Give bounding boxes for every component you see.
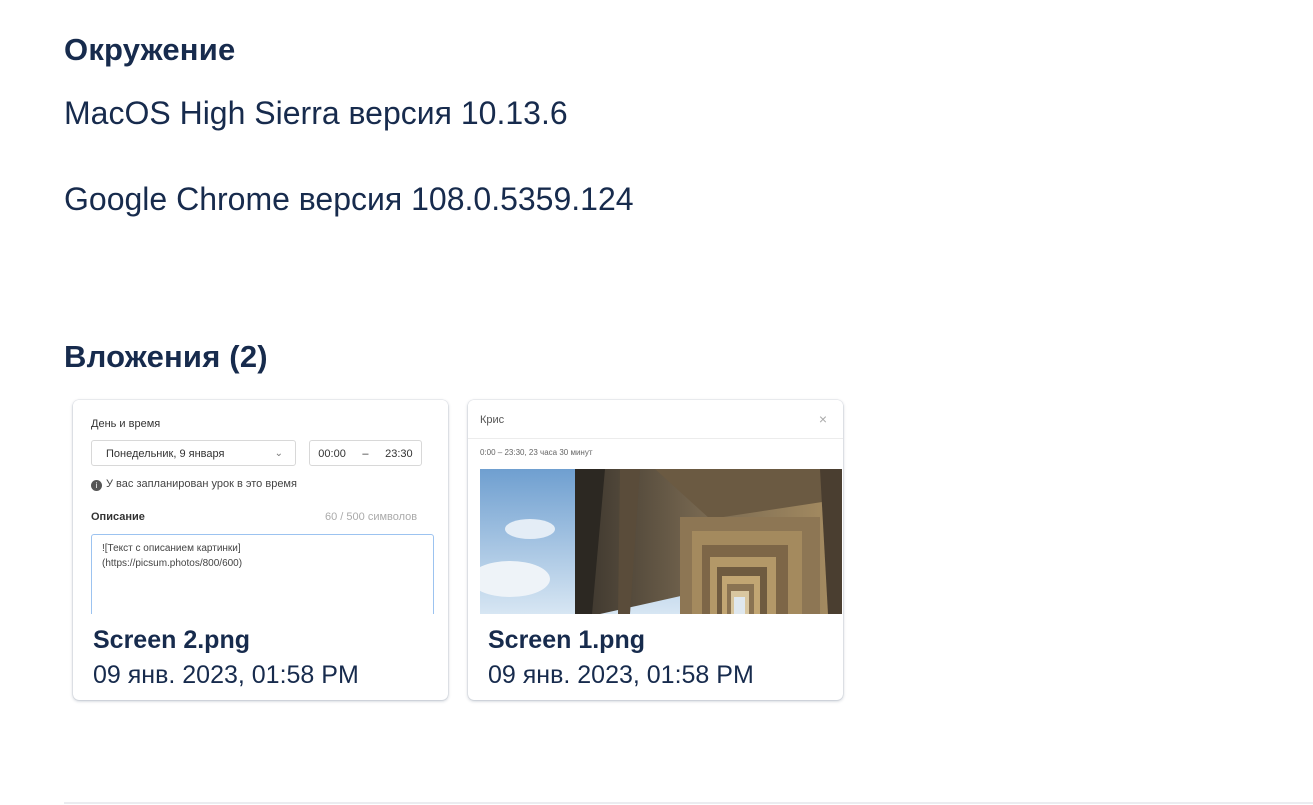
bottom-divider [64, 802, 1313, 804]
attachment-thumbnail[interactable]: День и время Понедельник, 9 января ⌄ 00:… [73, 400, 448, 614]
preview-modal-title: Крис [480, 414, 505, 426]
preview-description-label: Описание [91, 511, 145, 523]
attachment-file-name[interactable]: Screen 2.png [93, 626, 250, 655]
preview-time-to: 23:30 [385, 448, 413, 460]
preview-divider [468, 438, 843, 439]
preview-time-separator: – [362, 448, 369, 460]
preview-warning-text: У вас запланирован урок в это время [106, 478, 297, 490]
close-icon: × [818, 411, 827, 427]
preview-textarea-line-1: ![Текст с описанием картинки] [102, 543, 241, 554]
attachment-card-screen-2[interactable]: День и время Понедельник, 9 января ⌄ 00:… [73, 400, 448, 700]
preview-description-textarea: ![Текст с описанием картинки] (https://p… [91, 534, 434, 614]
preview-bridge-photo [480, 469, 842, 614]
environment-browser-line: Google Chrome версия 108.0.5359.124 [64, 181, 634, 217]
preview-day-select-value: Понедельник, 9 января [106, 448, 225, 460]
info-icon: i [91, 480, 102, 491]
preview-day-select: Понедельник, 9 января ⌄ [91, 440, 296, 466]
attachment-date: 09 янв. 2023, 01:58 PM [93, 661, 359, 689]
preview-time-range: 00:00 – 23:30 [309, 440, 422, 466]
attachment-thumbnail[interactable]: Крис × 0:00 – 23:30, 23 часа 30 минут [468, 400, 843, 614]
attachments-heading: Вложения (2) [64, 339, 268, 374]
preview-warning-note: i У вас запланирован урок в это время [91, 478, 297, 491]
attachment-file-name[interactable]: Screen 1.png [488, 626, 645, 655]
preview-textarea-line-2: (https://picsum.photos/800/600) [102, 558, 243, 569]
environment-os-line: MacOS High Sierra версия 10.13.6 [64, 95, 568, 131]
attachment-card-screen-1[interactable]: Крис × 0:00 – 23:30, 23 часа 30 минут Sc… [468, 400, 843, 700]
preview-time-from: 00:00 [318, 448, 346, 460]
chevron-down-icon: ⌄ [274, 448, 283, 459]
preview-day-time-label: День и время [91, 418, 161, 430]
environment-heading: Окружение [64, 32, 236, 67]
preview-char-counter: 60 / 500 символов [325, 511, 418, 523]
attachment-date: 09 янв. 2023, 01:58 PM [488, 661, 754, 689]
preview-modal-subtitle: 0:00 – 23:30, 23 часа 30 минут [480, 448, 593, 457]
